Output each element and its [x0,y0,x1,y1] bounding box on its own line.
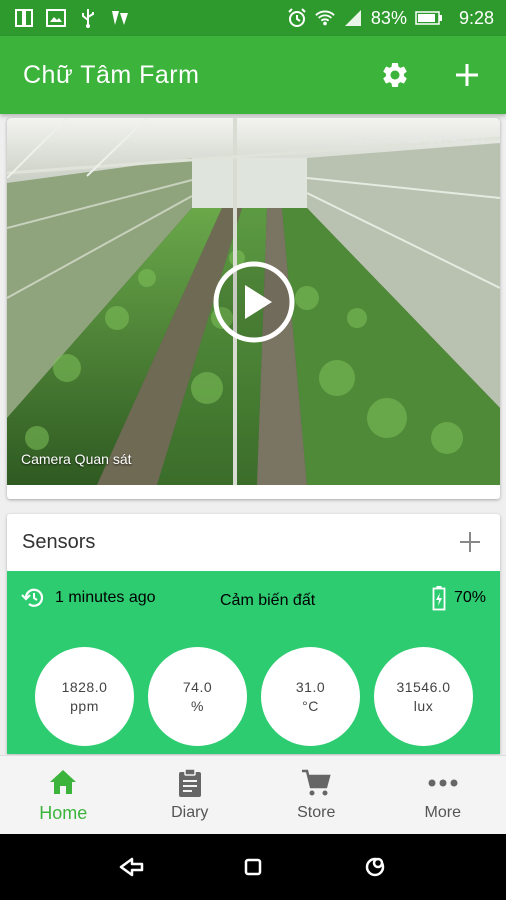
wifi-icon [315,8,335,28]
signal-icon [343,8,363,28]
camera-timestamp: 2018-07-03 10:48:27 [348,132,486,146]
nav-label: Store [297,804,336,821]
sensors-title: Sensors [22,530,96,553]
bottom-navigation: Home Diary Store More [0,755,506,834]
home-icon [48,767,78,797]
recents-button[interactable] [355,847,395,887]
device-name: Cảm biến đất [220,592,316,609]
battery-percent: 83% [370,7,407,28]
nav-label: Diary [171,804,209,821]
app-notification-icon [110,8,130,28]
nav-store[interactable]: Store [253,756,380,834]
reading-ppm[interactable]: 1828.0 ppm [35,647,134,746]
image-icon [46,8,66,28]
status-bar: 83% 9:28 [0,0,506,36]
notification-icons [14,8,130,28]
reading-humidity[interactable]: 74.0 % [148,647,247,746]
cart-icon [301,768,331,798]
reading-value: 31546.0 [396,678,451,695]
reading-temperature[interactable]: 31.0 °C [261,647,360,746]
battery-charging-icon [432,586,446,611]
camera-card[interactable]: 2018-07-03 10:48:27 Camera Quan sát [7,118,500,499]
reading-unit: ppm [70,697,99,714]
add-button[interactable] [450,58,484,92]
plus-icon [460,532,480,552]
sim-icon [14,8,34,28]
gear-icon [383,62,407,87]
device-battery: 70% [432,585,486,611]
last-updated-text: 1 minutes ago [55,589,156,606]
app-bar: Chữ Tâm Farm [0,36,506,114]
add-sensor-button[interactable] [456,528,484,556]
camera-label: Camera Quan sát [21,451,132,467]
app-title: Chữ Tâm Farm [23,60,200,89]
more-icon [428,768,458,798]
nav-more[interactable]: More [380,756,506,834]
settings-button[interactable] [378,58,412,92]
home-button[interactable] [233,847,273,887]
battery-icon [415,8,443,28]
play-icon [213,261,295,343]
sensors-header: Sensors [7,514,500,570]
nav-label: Home [39,802,88,823]
usb-icon [78,8,98,28]
alarm-icon [287,8,307,28]
system-status: 83% 9:28 [287,8,494,29]
play-button[interactable] [212,260,296,344]
reading-unit: lux [413,697,434,714]
reading-value: 31.0 [295,678,326,695]
device-battery-text: 70% [453,589,486,606]
sensor-readings: 1828.0 ppm 74.0 % 31.0 °C 31546.0 lux [35,647,500,746]
reading-unit: °C [302,697,319,714]
sensor-device-panel[interactable]: 1 minutes ago Cảm biến đất 70% 1828.0 pp… [7,571,500,754]
nav-home[interactable]: Home [0,756,127,834]
plus-icon [456,64,478,86]
recents-icon [365,857,385,877]
app-bar-actions [378,58,484,92]
nav-label: More [424,804,461,821]
reading-value: 1828.0 [61,678,108,695]
history-icon [21,588,44,607]
clipboard-icon [175,768,205,798]
square-icon [244,858,262,876]
reading-light[interactable]: 31546.0 lux [374,647,473,746]
back-icon [119,857,144,877]
reading-value: 74.0 [182,678,213,695]
camera-feed[interactable]: 2018-07-03 10:48:27 Camera Quan sát [7,118,500,485]
nav-diary[interactable]: Diary [127,756,254,834]
reading-unit: % [191,697,204,714]
system-navigation-bar [0,834,506,900]
clock: 9:28 [458,7,494,28]
sensors-card: Sensors 1 minutes ago Cảm biến đất 70% 1… [7,514,500,754]
back-button[interactable] [111,847,151,887]
last-updated: 1 minutes ago [21,585,156,611]
